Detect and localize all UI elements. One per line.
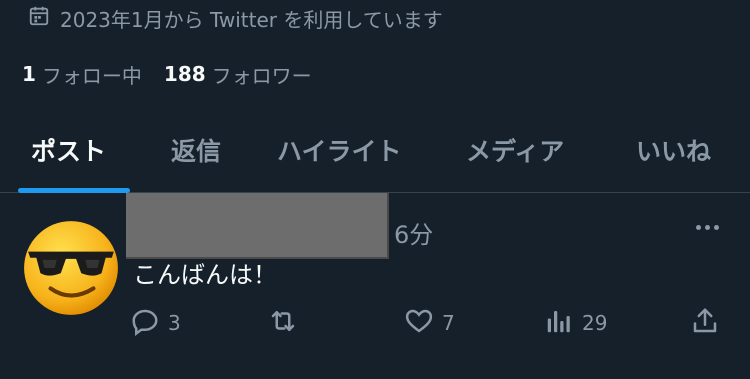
redacted-username xyxy=(126,193,389,259)
share-button[interactable] xyxy=(690,305,720,341)
followers-link[interactable]: 188 フォロワー xyxy=(164,60,312,89)
following-label: フォロー中 xyxy=(41,63,142,88)
tab-likes[interactable]: いいね xyxy=(636,132,711,168)
followers-count: 188 xyxy=(163,62,206,86)
joined-text: 2023年1月から Twitter を利用しています xyxy=(60,7,443,32)
more-icon[interactable] xyxy=(690,217,724,237)
avatar[interactable] xyxy=(20,217,122,319)
joined-date: 2023年1月から Twitter を利用しています xyxy=(28,3,443,33)
tweet[interactable]: 6分 こんばんは！ 3 7 29 xyxy=(0,193,750,379)
tab-posts[interactable]: ポスト xyxy=(31,132,106,168)
tweet-text: こんばんは！ xyxy=(133,261,277,289)
like-button[interactable]: 7 xyxy=(404,305,455,341)
tab-replies[interactable]: 返信 xyxy=(171,132,221,168)
like-icon xyxy=(404,306,434,341)
profile-tabs: ポスト 返信 ハイライト メディア いいね xyxy=(0,118,750,193)
views-icon xyxy=(544,306,574,341)
views-count: 29 xyxy=(582,311,608,335)
views-button[interactable]: 29 xyxy=(544,305,607,341)
reply-button[interactable]: 3 xyxy=(130,305,181,341)
tweet-time[interactable]: 6分 xyxy=(394,215,433,250)
tab-highlights[interactable]: ハイライト xyxy=(277,132,402,168)
retweet-button[interactable] xyxy=(268,305,306,341)
tab-media[interactable]: メディア xyxy=(466,132,564,168)
share-icon xyxy=(690,306,720,341)
tweet-actions: 3 7 29 xyxy=(0,305,750,341)
following-count: 1 xyxy=(22,62,36,86)
follow-stats: 1 フォロー中 188 フォロワー xyxy=(22,58,312,90)
calendar-icon xyxy=(28,5,50,32)
following-link[interactable]: 1 フォロー中 xyxy=(22,60,142,89)
followers-label: フォロワー xyxy=(211,63,312,88)
reply-count: 3 xyxy=(168,311,181,335)
like-count: 7 xyxy=(442,311,455,335)
retweet-icon xyxy=(268,306,298,341)
reply-icon xyxy=(130,306,160,341)
